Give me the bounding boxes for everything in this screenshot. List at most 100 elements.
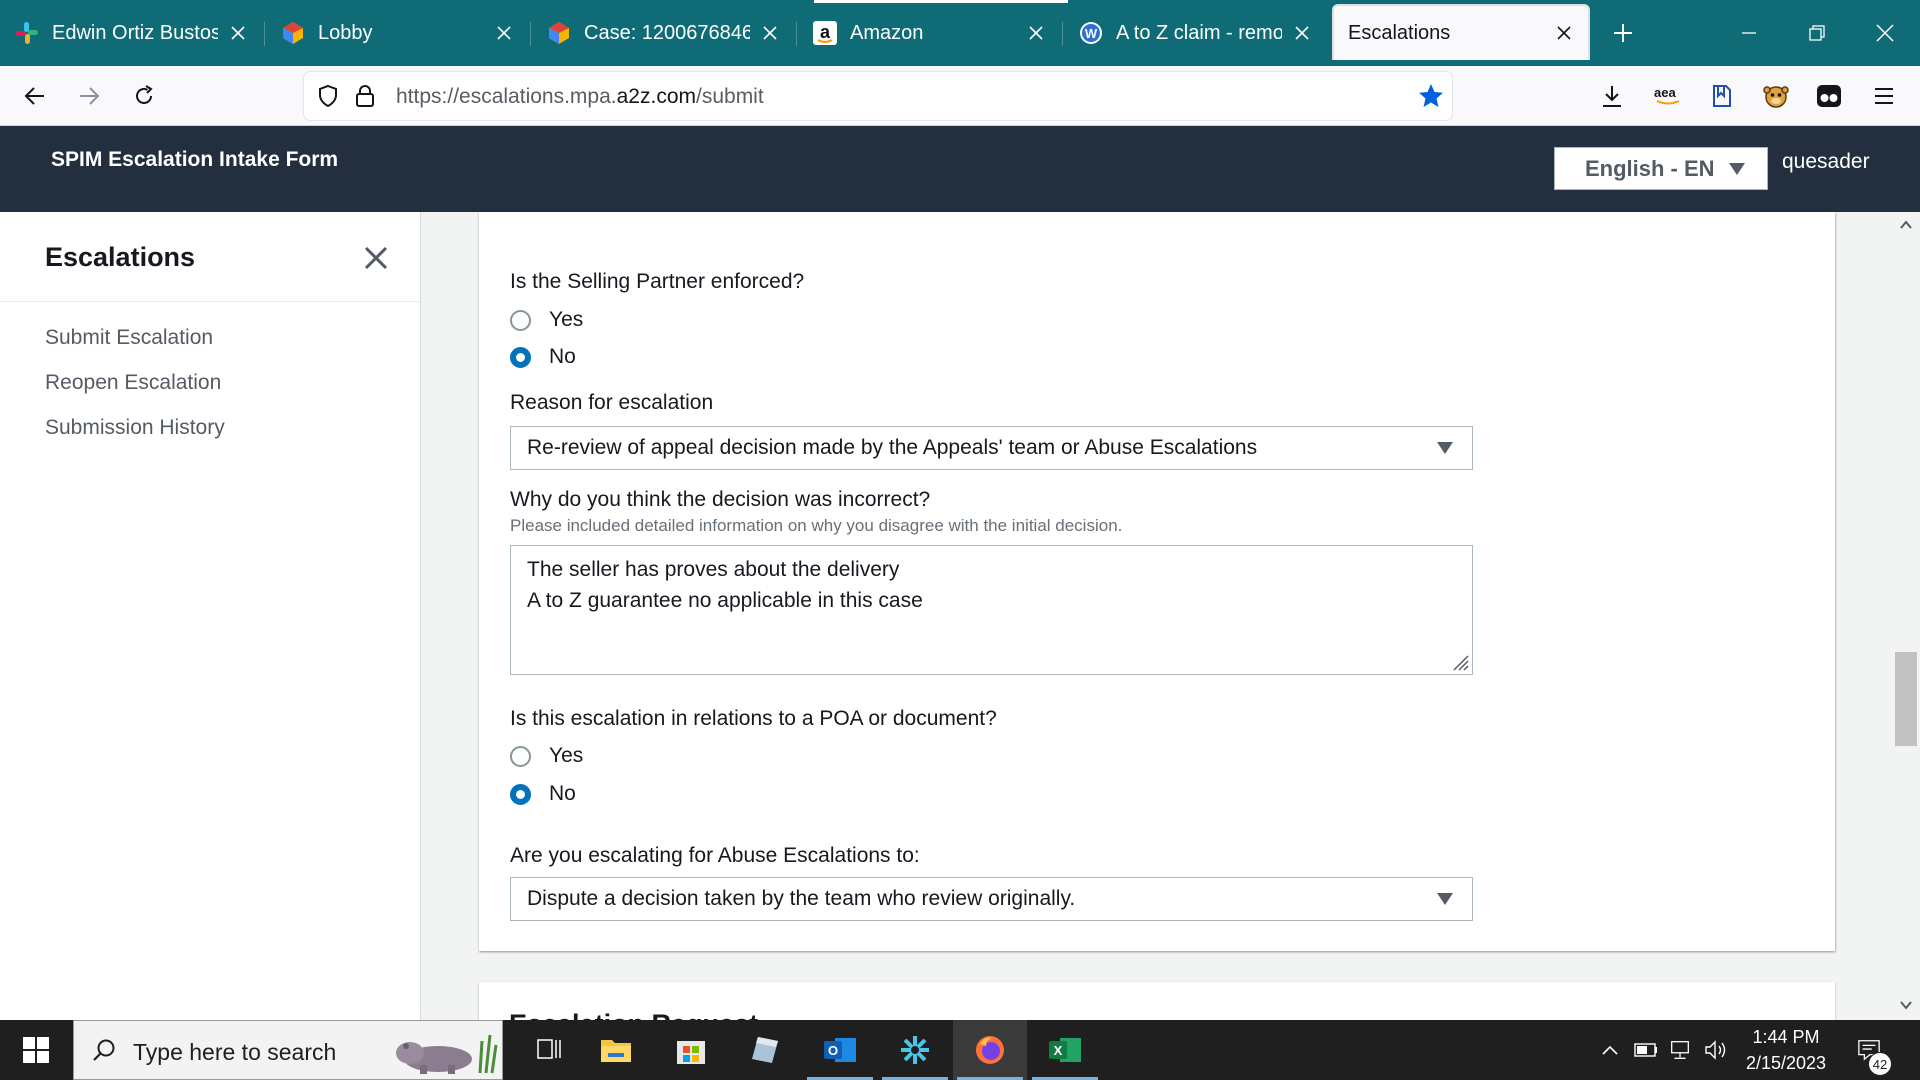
question-enforced-label: Is the Selling Partner enforced? <box>510 270 805 293</box>
app-header: SPIM Escalation Intake Form English - EN… <box>0 126 1920 212</box>
notes-icon <box>752 1037 778 1063</box>
radio-button-selected[interactable] <box>510 346 531 368</box>
tab-close-icon[interactable] <box>1552 21 1576 45</box>
question-incorrect-label: Why do you think the decision was incorr… <box>510 488 931 511</box>
folder-icon <box>601 1040 631 1062</box>
minimize-button[interactable] <box>1720 0 1778 66</box>
taskbar-search-box[interactable]: Type here to search <box>73 1020 503 1080</box>
tab-close-icon[interactable] <box>226 21 250 45</box>
monkey-icon <box>1763 86 1789 108</box>
scroll-up-arrow-icon[interactable] <box>1899 218 1913 232</box>
decision-explanation-textarea[interactable]: The seller has proves about the delivery… <box>510 545 1473 675</box>
hamburger-menu-icon <box>1875 88 1893 104</box>
radio-button[interactable] <box>510 309 531 331</box>
sidebar-item-submit-escalation[interactable]: Submit Escalation <box>45 326 213 350</box>
battery-icon[interactable] <box>1634 1038 1658 1062</box>
tab-slack[interactable]: Edwin Ortiz Bustos - W <box>0 6 262 60</box>
address-bar[interactable]: https://escalations.mpa.a2z.com/submit <box>304 72 1452 120</box>
tab-close-icon[interactable] <box>492 21 516 45</box>
hippo-illustration-icon <box>394 1027 502 1075</box>
downloads-button[interactable] <box>1594 78 1630 114</box>
taskbar-task-view[interactable] <box>513 1020 587 1080</box>
username[interactable]: quesader <box>1782 150 1870 174</box>
asterisk-app-icon <box>901 1036 929 1064</box>
question-poa-label: Is this escalation in relations to a POA… <box>510 707 997 730</box>
amazon-icon: a <box>812 20 838 46</box>
language-select[interactable]: English - EN <box>1554 147 1768 190</box>
tab-title: Case: 12006768461 <box>584 21 750 44</box>
scroll-down-arrow-icon[interactable] <box>1899 998 1913 1012</box>
start-button[interactable] <box>0 1020 72 1080</box>
restore-button[interactable] <box>1788 0 1846 66</box>
bookmark-book-icon <box>1713 85 1731 107</box>
tab-close-icon[interactable] <box>758 21 782 45</box>
page-scrollbar[interactable] <box>1892 212 1920 1020</box>
windows-logo-icon <box>23 1037 49 1063</box>
sidebar-item-reopen-escalation[interactable]: Reopen Escalation <box>45 371 221 395</box>
tab-close-icon[interactable] <box>1290 21 1314 45</box>
tab-lobby[interactable]: Lobby <box>266 6 528 60</box>
taskbar-spark-app[interactable] <box>878 1020 952 1080</box>
forward-button[interactable] <box>71 78 107 114</box>
shield-icon[interactable] <box>316 84 340 108</box>
tab-amazon[interactable]: a Amazon <box>798 6 1060 60</box>
scrollbar-thumb[interactable] <box>1895 652 1917 746</box>
bookmark-star-icon[interactable] <box>1418 83 1444 109</box>
language-value: English - EN <box>1585 155 1715 181</box>
tab-activity-indicator <box>814 0 1068 3</box>
taskbar-file-explorer[interactable] <box>579 1020 653 1080</box>
tab-escalations[interactable]: Escalations <box>1332 4 1590 60</box>
back-arrow-icon <box>24 87 44 105</box>
network-icon[interactable] <box>1668 1038 1692 1062</box>
sidenav-close-button[interactable] <box>360 242 392 274</box>
url-text[interactable]: https://escalations.mpa.a2z.com/submit <box>396 85 764 109</box>
taskbar-outlook[interactable]: O <box>803 1020 877 1080</box>
volume-icon[interactable] <box>1704 1038 1728 1062</box>
search-placeholder: Type here to search <box>133 1039 337 1065</box>
new-tab-button[interactable] <box>1594 0 1652 66</box>
radio-button-selected[interactable] <box>510 783 531 805</box>
taskbar-store[interactable] <box>654 1020 728 1080</box>
radio-poa-yes[interactable]: Yes <box>510 742 583 770</box>
menu-button[interactable] <box>1866 78 1902 114</box>
radio-poa-no[interactable]: No <box>510 780 576 808</box>
resize-handle-icon[interactable] <box>1448 650 1470 672</box>
sidebar-item-submission-history[interactable]: Submission History <box>45 416 225 440</box>
radio-enforced-yes[interactable]: Yes <box>510 306 583 334</box>
tab-title: A to Z claim - removal <box>1116 21 1282 44</box>
extension-glasses-button[interactable] <box>1811 78 1847 114</box>
taskbar-notes-app[interactable] <box>728 1020 802 1080</box>
case-icon <box>546 20 572 46</box>
side-navigation: Escalations Submit Escalation Reopen Esc… <box>0 212 421 1020</box>
browser-nav-bar: https://escalations.mpa.a2z.com/submit a… <box>0 66 1920 126</box>
taskbar-excel[interactable]: X <box>1028 1020 1102 1080</box>
app-title: SPIM Escalation Intake Form <box>51 148 339 171</box>
url-domain: a2z.com <box>616 85 696 108</box>
abuse-select-value: Dispute a decision taken by the team who… <box>527 887 1076 910</box>
tab-case[interactable]: Case: 12006768461 <box>532 6 794 60</box>
reason-select-value: Re-review of appeal decision made by the… <box>527 436 1258 459</box>
tab-separator <box>796 22 797 46</box>
abuse-escalation-select[interactable]: Dispute a decision taken by the team who… <box>510 877 1473 921</box>
close-icon <box>1876 24 1894 42</box>
radio-button[interactable] <box>510 745 531 767</box>
reason-select[interactable]: Re-review of appeal decision made by the… <box>510 426 1473 470</box>
slack-icon <box>14 20 40 46</box>
back-button[interactable] <box>17 78 53 114</box>
close-window-button[interactable] <box>1856 0 1914 66</box>
radio-enforced-no[interactable]: No <box>510 343 576 371</box>
reading-list-button[interactable] <box>1704 78 1740 114</box>
svg-text:a: a <box>820 22 831 42</box>
lock-icon[interactable] <box>354 84 376 108</box>
tab-a-to-z-claim[interactable]: W A to Z claim - removal <box>1064 6 1326 60</box>
svg-text:W: W <box>1085 26 1098 41</box>
tab-close-icon[interactable] <box>1024 21 1048 45</box>
notification-count-badge: 42 <box>1868 1052 1892 1076</box>
taskbar-firefox[interactable] <box>953 1020 1027 1080</box>
system-clock[interactable]: 1:44 PM 2/15/2023 <box>1726 1024 1846 1076</box>
extension-monkey-button[interactable] <box>1758 78 1794 114</box>
reload-button[interactable] <box>126 78 162 114</box>
tray-overflow-chevron-icon[interactable] <box>1598 1038 1622 1062</box>
radio-label: Yes <box>549 308 584 331</box>
extension-aea-button[interactable]: aea <box>1650 78 1686 114</box>
